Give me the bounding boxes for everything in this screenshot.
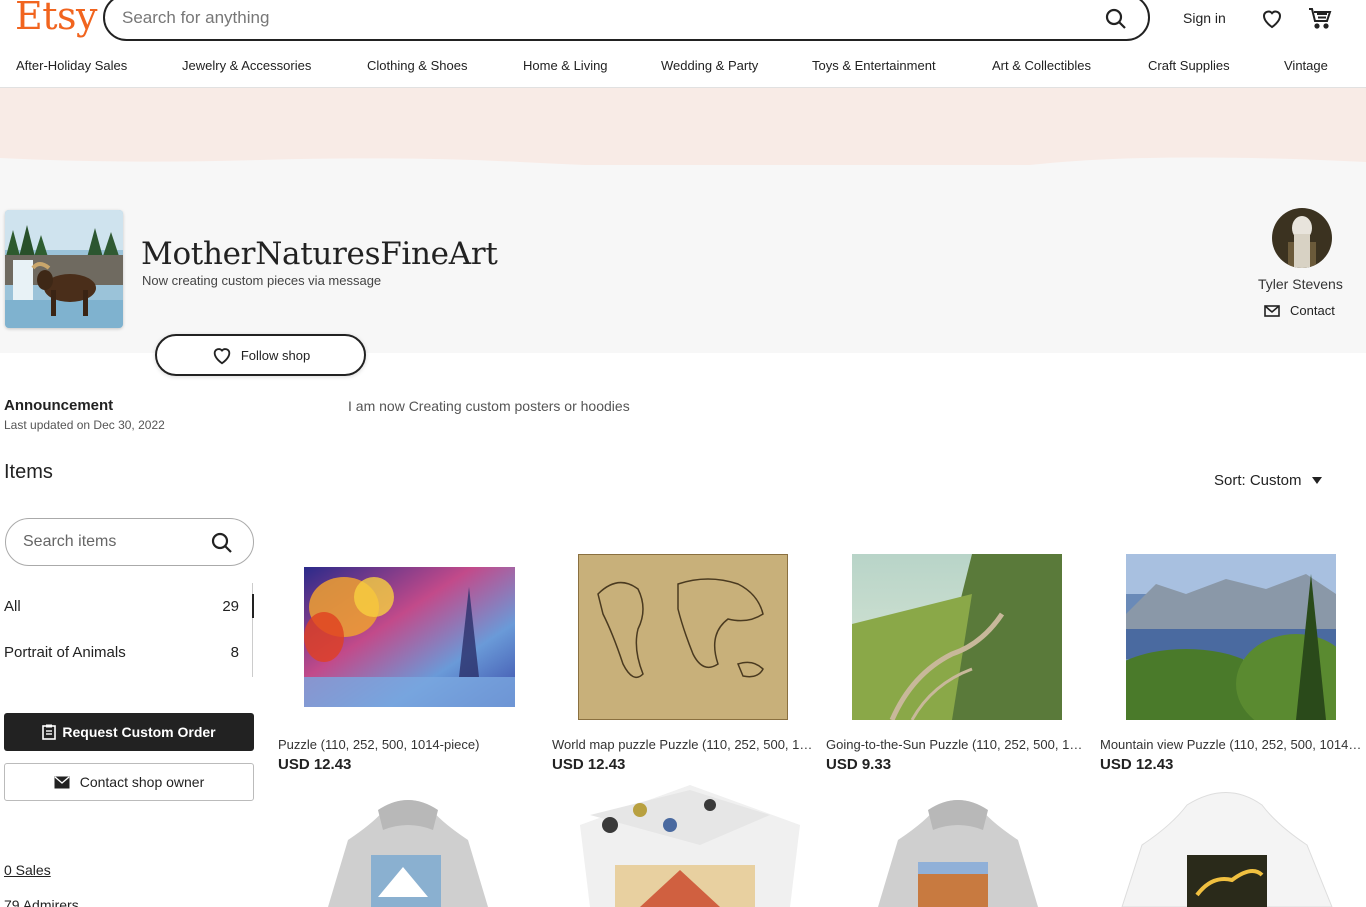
product-title[interactable]: Going-to-the-Sun Puzzle (110, 252, 500, … <box>826 737 1088 752</box>
product-price: USD 9.33 <box>826 756 892 773</box>
shop-logo-image[interactable] <box>5 210 123 328</box>
category-link[interactable]: Craft Supplies <box>1148 58 1230 73</box>
clipboard-icon <box>42 724 57 740</box>
heart-icon[interactable] <box>1260 6 1284 30</box>
shop-tagline: Now creating custom pieces via message <box>142 273 382 288</box>
owner-name[interactable]: Tyler Stevens <box>1258 276 1343 292</box>
product-title[interactable]: Mountain view Puzzle (110, 252, 500, 101… <box>1100 737 1362 752</box>
category-nav: After-Holiday Sales Jewelry & Accessorie… <box>0 58 1366 78</box>
follow-shop-label: Follow shop <box>240 347 311 363</box>
section-label: All <box>4 598 21 615</box>
product-image[interactable] <box>552 537 814 737</box>
product-image[interactable] <box>1100 537 1362 737</box>
category-link[interactable]: Wedding & Party <box>661 58 758 73</box>
global-search-input[interactable] <box>122 8 1072 28</box>
announcement-title: Announcement <box>4 397 114 414</box>
sort-label: Sort: Custom <box>1214 472 1302 489</box>
sign-in-link[interactable]: Sign in <box>1183 10 1226 26</box>
product-price: USD 12.43 <box>1100 756 1174 773</box>
items-search-input[interactable] <box>23 533 203 551</box>
search-icon[interactable] <box>210 531 234 555</box>
contact-shop-owner-label: Contact shop owner <box>79 774 205 790</box>
category-link[interactable]: Art & Collectibles <box>992 58 1091 73</box>
product-image[interactable] <box>826 537 1088 737</box>
product-image[interactable] <box>570 785 810 907</box>
section-count: 8 <box>230 644 239 661</box>
owner-avatar[interactable] <box>1272 208 1332 268</box>
caret-down-icon <box>1311 476 1322 484</box>
product-title[interactable]: Puzzle (110, 252, 500, 1014-piece) <box>278 737 540 752</box>
sales-count-link[interactable]: 0 Sales <box>4 862 51 878</box>
product-image[interactable] <box>278 537 540 737</box>
category-link[interactable]: Home & Living <box>523 58 608 73</box>
items-search-box[interactable] <box>5 518 254 566</box>
contact-owner-link[interactable]: Contact <box>1264 303 1335 318</box>
section-item-portrait-of-animals[interactable]: Portrait of Animals 8 <box>4 644 254 668</box>
follow-shop-button[interactable]: Follow shop <box>155 334 366 376</box>
product-image[interactable] <box>1112 785 1352 907</box>
cart-icon[interactable] <box>1307 5 1333 31</box>
sort-dropdown[interactable]: Sort: Custom <box>1214 472 1322 489</box>
product-image[interactable] <box>838 785 1078 907</box>
items-heading: Items <box>4 461 53 483</box>
category-link[interactable]: Toys & Entertainment <box>812 58 936 73</box>
contact-shop-owner-button[interactable]: Contact shop owner <box>4 763 254 801</box>
heart-icon <box>213 348 231 365</box>
request-custom-order-label: Request Custom Order <box>62 724 216 740</box>
announcement-text: I am now Creating custom posters or hood… <box>348 398 630 414</box>
site-header: Etsy Sign in After-Holiday Sales Jewelry… <box>0 0 1366 88</box>
category-link[interactable]: Clothing & Shoes <box>367 58 467 73</box>
category-link[interactable]: Jewelry & Accessories <box>182 58 311 73</box>
product-image[interactable] <box>288 785 528 907</box>
product-price: USD 12.43 <box>552 756 626 773</box>
section-count: 29 <box>222 598 239 615</box>
category-link[interactable]: Vintage <box>1284 58 1328 73</box>
section-item-all[interactable]: All 29 <box>4 598 254 622</box>
product-title[interactable]: World map puzzle Puzzle (110, 252, 500, … <box>552 737 814 752</box>
request-custom-order-button[interactable]: Request Custom Order <box>4 713 254 751</box>
mail-icon <box>1264 304 1280 317</box>
announcement-date: Last updated on Dec 30, 2022 <box>4 418 165 432</box>
mail-icon <box>54 775 70 788</box>
contact-label: Contact <box>1290 303 1335 318</box>
admirers-count[interactable]: 79 Admirers <box>4 897 79 907</box>
section-label: Portrait of Animals <box>4 644 126 661</box>
shop-name: MotherNaturesFineArt <box>141 236 498 272</box>
banner-wave-edge <box>0 157 1366 190</box>
category-link[interactable]: After-Holiday Sales <box>16 58 127 73</box>
global-search-bar[interactable] <box>103 0 1150 41</box>
etsy-logo[interactable]: Etsy <box>15 0 97 38</box>
product-price: USD 12.43 <box>278 756 352 773</box>
search-icon[interactable] <box>1104 7 1128 31</box>
